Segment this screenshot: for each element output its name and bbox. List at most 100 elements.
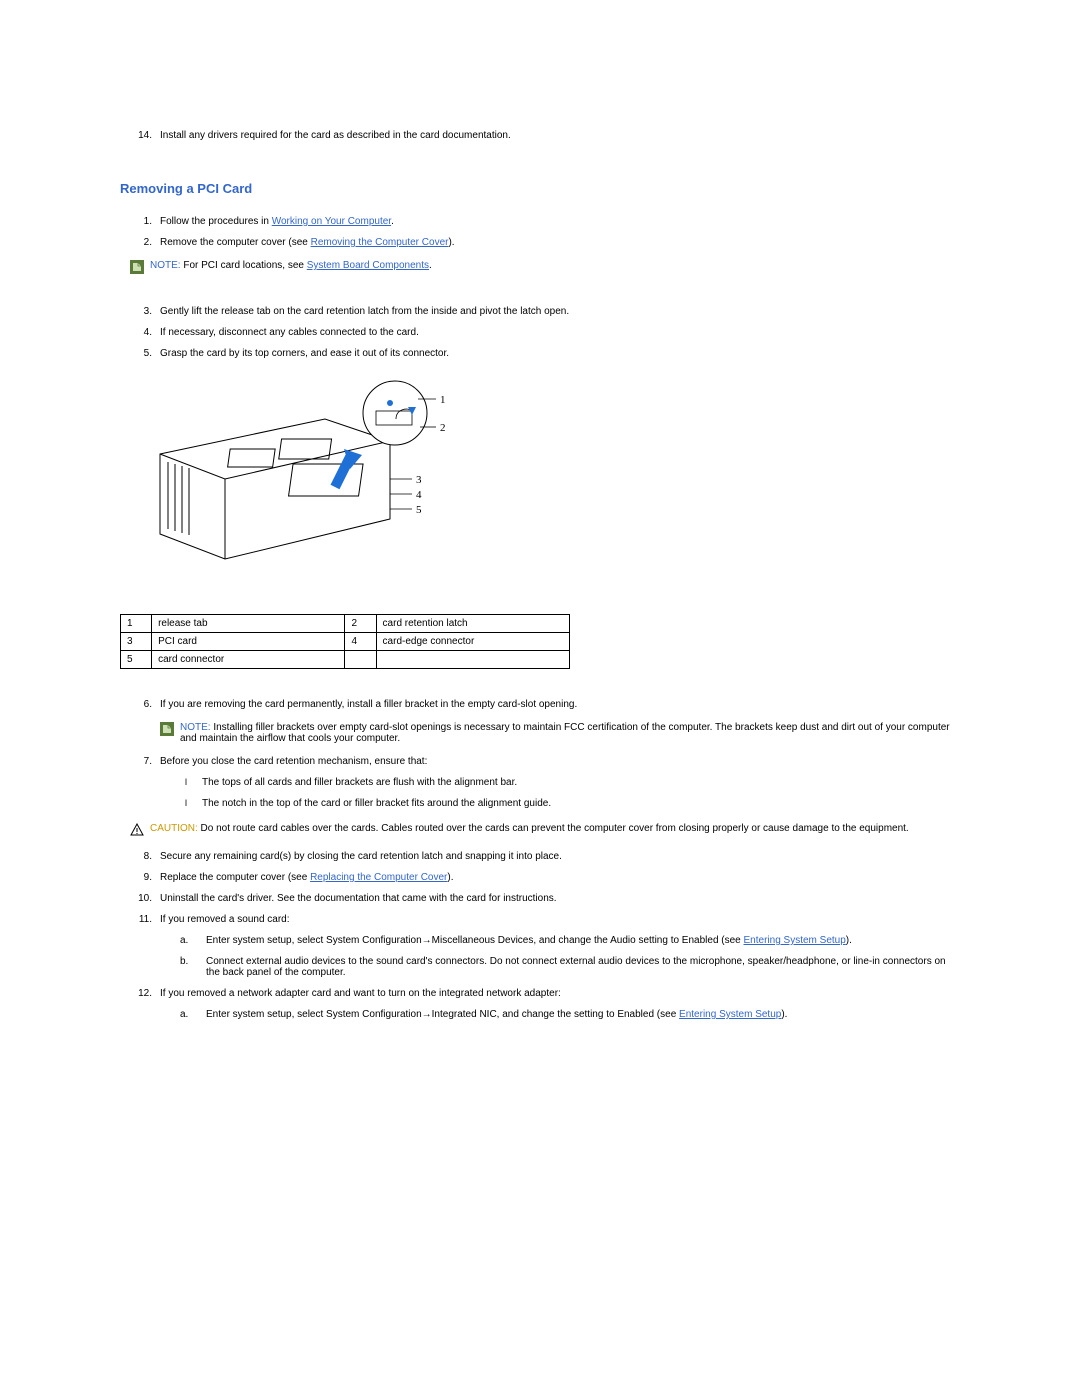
link-replacing-cover[interactable]: Replacing the Computer Cover [310, 872, 447, 883]
cell-label: release tab [152, 615, 345, 633]
callout-1: 1 [440, 394, 446, 406]
step-text: Replace the computer cover (see Replacin… [160, 872, 960, 883]
sub-step-12a: a. Enter system setup, select System Con… [180, 1009, 960, 1020]
step-2: 2. Remove the computer cover (see Removi… [120, 237, 960, 248]
step-11: 11. If you removed a sound card: [120, 914, 960, 925]
cell-num: 1 [121, 615, 152, 633]
step-text: If necessary, disconnect any cables conn… [160, 327, 960, 338]
step-text: Secure any remaining card(s) by closing … [160, 851, 960, 862]
step-5: 5. Grasp the card by its top corners, an… [120, 348, 960, 359]
step-number: 6. [120, 699, 160, 710]
note-label: NOTE: [180, 722, 211, 733]
step-number: 9. [120, 872, 160, 883]
link-working-on-computer[interactable]: Working on Your Computer [272, 216, 391, 227]
callout-2: 2 [440, 422, 446, 434]
cell-empty [345, 651, 376, 669]
step-number: 1. [120, 216, 160, 227]
callout-5: 5 [416, 504, 422, 516]
step-10: 10. Uninstall the card's driver. See the… [120, 893, 960, 904]
sub-bullet: l The tops of all cards and filler brack… [180, 777, 960, 788]
text-fragment: . [391, 216, 394, 227]
parts-table: 1 release tab 2 card retention latch 3 P… [120, 614, 570, 669]
step-number: 5. [120, 348, 160, 359]
step-9: 9. Replace the computer cover (see Repla… [120, 872, 960, 883]
sub-letter: a. [180, 935, 206, 946]
sub-text: Enter system setup, select System Config… [206, 935, 852, 946]
text-fragment: Enter system setup, select System Config… [206, 935, 744, 946]
bullet-text: The tops of all cards and filler bracket… [202, 777, 517, 788]
cell-label: card-edge connector [376, 633, 569, 651]
text-fragment: ). [448, 237, 454, 248]
link-entering-setup[interactable]: Entering System Setup [679, 1009, 781, 1020]
note-label: NOTE: [150, 260, 181, 271]
text-fragment: Remove the computer cover (see [160, 237, 311, 248]
step-text: Grasp the card by its top corners, and e… [160, 348, 960, 359]
step-7: 7. Before you close the card retention m… [120, 756, 960, 767]
text-fragment: Replace the computer cover (see [160, 872, 310, 883]
sub-step-11b: b. Connect external audio devices to the… [180, 956, 960, 978]
text-fragment: Installing filler brackets over empty ca… [180, 722, 950, 744]
step-8: 8. Secure any remaining card(s) by closi… [120, 851, 960, 862]
section-heading: Removing a PCI Card [120, 181, 960, 196]
link-removing-cover[interactable]: Removing the Computer Cover [311, 237, 449, 248]
table-row: 3 PCI card 4 card-edge connector [121, 633, 570, 651]
step-number: 8. [120, 851, 160, 862]
step-text: Uninstall the card's driver. See the doc… [160, 893, 960, 904]
page-content: 14. Install any drivers required for the… [0, 0, 1080, 1110]
table-row: 5 card connector [121, 651, 570, 669]
sub-step-11a: a. Enter system setup, select System Con… [180, 935, 960, 946]
step-text: If you removed a sound card: [160, 914, 960, 925]
table-row: 1 release tab 2 card retention latch [121, 615, 570, 633]
step-number: 12. [120, 988, 160, 999]
step-text: Follow the procedures in Working on Your… [160, 216, 960, 227]
cell-label: card connector [152, 651, 345, 669]
text-fragment: Follow the procedures in [160, 216, 272, 227]
sub-text: Connect external audio devices to the so… [206, 956, 960, 978]
step-number: 7. [120, 756, 160, 767]
step-number: 10. [120, 893, 160, 904]
bullet-text: The notch in the top of the card or fill… [202, 798, 551, 809]
step-3: 3. Gently lift the release tab on the ca… [120, 306, 960, 317]
step-number: 2. [120, 237, 160, 248]
text-fragment: ). [447, 872, 453, 883]
bullet-marker: l [180, 798, 202, 809]
caution-label: CAUTION: [150, 823, 198, 834]
step-number: 11. [120, 914, 160, 925]
cell-num: 4 [345, 633, 376, 651]
callout-4: 4 [416, 489, 422, 501]
text-fragment: Enter system setup, select System Config… [206, 1009, 679, 1020]
link-system-board[interactable]: System Board Components [307, 260, 429, 271]
step-text: If you are removing the card permanently… [160, 699, 960, 710]
step-6: 6. If you are removing the card permanen… [120, 699, 960, 710]
step-number: 4. [120, 327, 160, 338]
step-12: 12. If you removed a network adapter car… [120, 988, 960, 999]
cell-num: 2 [345, 615, 376, 633]
text-fragment: Do not route card cables over the cards.… [198, 823, 909, 834]
note-block: NOTE: For PCI card locations, see System… [130, 260, 960, 274]
note-text: NOTE: Installing filler brackets over em… [180, 722, 960, 744]
caution-block: CAUTION: Do not route card cables over t… [130, 823, 960, 837]
sub-letter: b. [180, 956, 206, 978]
note-text: NOTE: For PCI card locations, see System… [150, 260, 432, 271]
step-number: 14. [120, 130, 160, 141]
cell-empty [376, 651, 569, 669]
text-fragment: ). [846, 935, 852, 946]
step-text: Remove the computer cover (see Removing … [160, 237, 960, 248]
cell-label: PCI card [152, 633, 345, 651]
link-entering-setup[interactable]: Entering System Setup [744, 935, 846, 946]
step-1: 1. Follow the procedures in Working on Y… [120, 216, 960, 227]
caution-icon [130, 823, 144, 837]
step-text: Gently lift the release tab on the card … [160, 306, 960, 317]
callout-3: 3 [416, 474, 422, 486]
step-number: 3. [120, 306, 160, 317]
cell-label: card retention latch [376, 615, 569, 633]
text-fragment: ). [781, 1009, 787, 1020]
step-4: 4. If necessary, disconnect any cables c… [120, 327, 960, 338]
note-icon [130, 260, 144, 274]
pci-removal-diagram: 1 2 3 4 5 [140, 379, 960, 584]
note-block: NOTE: Installing filler brackets over em… [160, 722, 960, 744]
sub-letter: a. [180, 1009, 206, 1020]
step-text: If you removed a network adapter card an… [160, 988, 960, 999]
sub-text: Enter system setup, select System Config… [206, 1009, 787, 1020]
bullet-marker: l [180, 777, 202, 788]
